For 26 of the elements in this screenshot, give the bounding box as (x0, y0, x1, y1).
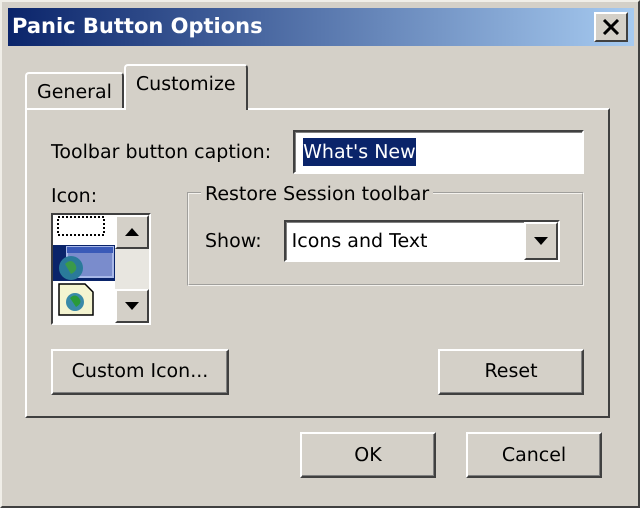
up-arrow-icon (125, 228, 139, 236)
down-arrow-icon (125, 302, 139, 310)
caption-field[interactable]: What's New (293, 130, 584, 174)
icon-list-item[interactable] (53, 244, 115, 280)
icon-list[interactable] (51, 212, 151, 324)
tab[interactable]: Customize (124, 64, 248, 110)
globe-page-icon (57, 282, 97, 316)
dotted-frame-icon (57, 216, 107, 238)
panel-button[interactable]: Custom Icon... (51, 348, 229, 394)
tab[interactable]: General (25, 72, 124, 108)
scroll-down-button[interactable] (115, 288, 149, 322)
icon-label: Icon: (51, 184, 98, 209)
close-button[interactable] (594, 12, 628, 42)
globe-window-icon (57, 246, 115, 280)
close-icon (602, 19, 620, 35)
show-dropdown[interactable]: Icons and Text (284, 220, 560, 262)
dialog-button[interactable]: OK (300, 432, 436, 478)
window-title: Panic Button Options (12, 13, 263, 40)
scroll-bar[interactable] (115, 214, 149, 322)
scroll-up-button[interactable] (115, 214, 149, 248)
show-label: Show: (205, 228, 262, 254)
panel-button[interactable]: Reset (438, 348, 584, 394)
caption-label: Toolbar button caption: (51, 140, 272, 165)
dropdown-button[interactable] (524, 222, 558, 260)
down-arrow-icon (534, 237, 548, 245)
dialog-button[interactable]: Cancel (466, 432, 602, 478)
